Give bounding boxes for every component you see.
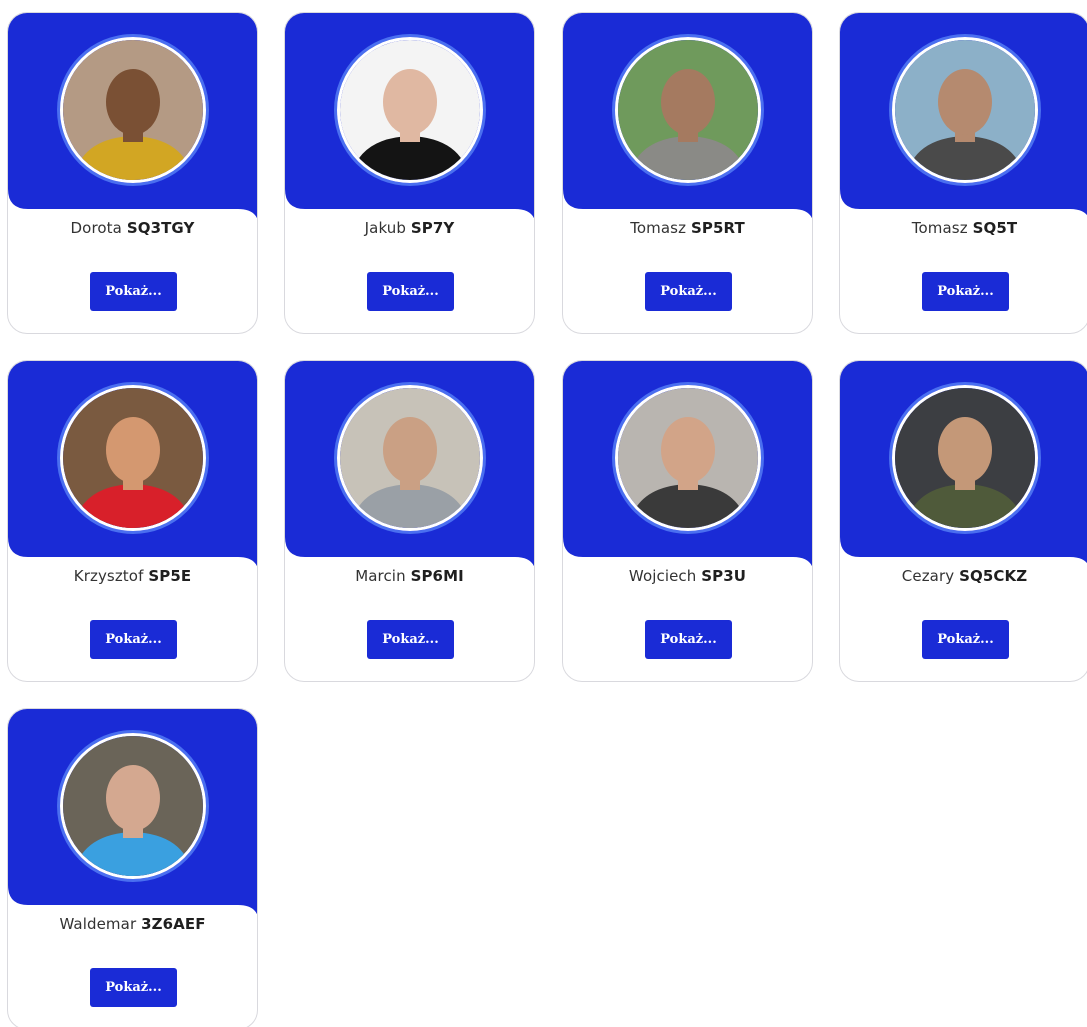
member-avatar [892,385,1038,531]
member-avatar [337,37,483,183]
member-card: Tomasz SQ5T Pokaż... [839,12,1087,334]
member-name: Cezary SQ5CKZ [840,567,1087,585]
member-grid: Dorota SQ3TGY Pokaż... Jakub SP7Y Pokaż.… [0,0,1087,1027]
member-name: Wojciech SP3U [563,567,812,585]
member-card: Jakub SP7Y Pokaż... [284,12,535,334]
member-avatar [60,385,206,531]
member-first-name: Jakub [364,219,406,237]
member-avatar [337,385,483,531]
member-first-name: Wojciech [628,567,697,585]
member-avatar [60,37,206,183]
show-member-button[interactable]: Pokaż... [90,968,177,1007]
member-avatar [615,37,761,183]
member-name: Krzysztof SP5E [8,567,257,585]
member-first-name: Tomasz [911,219,968,237]
show-member-button[interactable]: Pokaż... [90,272,177,311]
member-name: Tomasz SQ5T [840,219,1087,237]
member-card: Dorota SQ3TGY Pokaż... [7,12,258,334]
member-first-name: Dorota [70,219,122,237]
member-first-name: Krzysztof [73,567,144,585]
member-name: Waldemar 3Z6AEF [8,915,257,933]
member-callsign: SQ5T [972,219,1018,237]
member-card: Tomasz SP5RT Pokaż... [562,12,813,334]
member-first-name: Waldemar [59,915,137,933]
member-callsign: SQ5CKZ [959,567,1028,585]
member-card: Wojciech SP3U Pokaż... [562,360,813,682]
member-first-name: Tomasz [630,219,687,237]
member-first-name: Cezary [901,567,955,585]
member-avatar [60,733,206,879]
member-callsign: 3Z6AEF [141,915,206,933]
member-avatar [892,37,1038,183]
show-member-button[interactable]: Pokaż... [367,272,454,311]
member-avatar [615,385,761,531]
show-member-button[interactable]: Pokaż... [922,620,1009,659]
member-card: Waldemar 3Z6AEF Pokaż... [7,708,258,1027]
member-callsign: SP7Y [410,219,455,237]
member-card: Marcin SP6MI Pokaż... [284,360,535,682]
show-member-button[interactable]: Pokaż... [645,620,732,659]
show-member-button[interactable]: Pokaż... [367,620,454,659]
member-callsign: SP6MI [410,567,464,585]
show-member-button[interactable]: Pokaż... [645,272,732,311]
member-card: Cezary SQ5CKZ Pokaż... [839,360,1087,682]
member-callsign: SQ3TGY [126,219,195,237]
member-card: Krzysztof SP5E Pokaż... [7,360,258,682]
member-first-name: Marcin [355,567,406,585]
member-name: Marcin SP6MI [285,567,534,585]
show-member-button[interactable]: Pokaż... [922,272,1009,311]
member-name: Jakub SP7Y [285,219,534,237]
member-callsign: SP5E [148,567,192,585]
member-callsign: SP5RT [690,219,745,237]
member-callsign: SP3U [701,567,747,585]
member-name: Dorota SQ3TGY [8,219,257,237]
member-name: Tomasz SP5RT [563,219,812,237]
show-member-button[interactable]: Pokaż... [90,620,177,659]
